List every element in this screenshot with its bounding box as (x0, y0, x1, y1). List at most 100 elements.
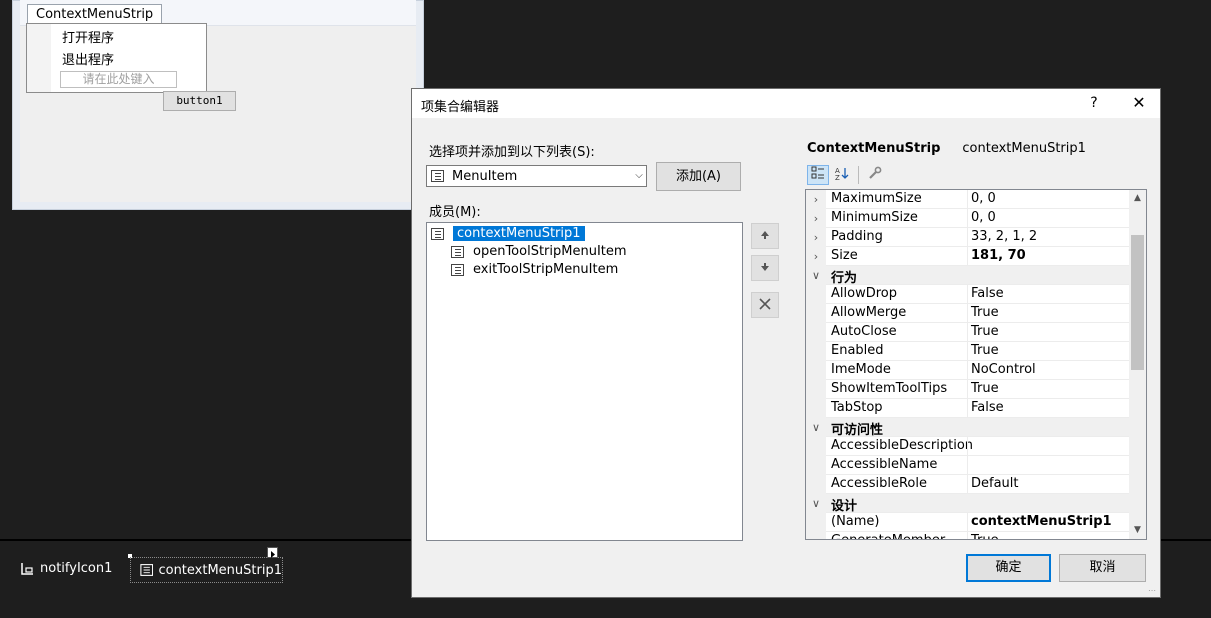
collapse-chevron-icon[interactable]: ∨ (806, 418, 826, 437)
row-gutter (806, 304, 826, 323)
list-item[interactable]: exitToolStripMenuItem (451, 261, 618, 278)
row-gutter (806, 513, 826, 532)
move-up-button[interactable] (751, 223, 779, 249)
property-value[interactable]: 181, 70 (971, 248, 1026, 263)
property-row[interactable]: › Size 181, 70 (806, 247, 1129, 266)
expand-chevron-icon[interactable]: › (806, 247, 826, 266)
context-menu-dropdown: 打开程序 退出程序 请在此处键入 (26, 23, 207, 93)
add-button[interactable]: 添加(A) (656, 162, 741, 191)
expand-chevron-icon[interactable]: › (806, 209, 826, 228)
property-value[interactable]: contextMenuStrip1 (971, 514, 1112, 529)
expand-chevron-icon[interactable]: › (806, 228, 826, 247)
property-row[interactable]: AccessibleDescription (806, 437, 1129, 456)
tray-notify-icon[interactable]: notifyIcon1 (20, 561, 112, 576)
member-label: contextMenuStrip1 (453, 226, 585, 241)
property-row[interactable]: › MaximumSize 0, 0 (806, 190, 1129, 209)
button1-control[interactable]: button1 (163, 91, 236, 111)
property-name: Padding (831, 229, 883, 244)
row-gutter (806, 323, 826, 342)
property-grid-scrollbar[interactable]: ▲ ▼ (1129, 190, 1146, 539)
row-gutter (806, 285, 826, 304)
context-menu-strip-icon (431, 227, 444, 240)
context-menu-item-exit[interactable]: 退出程序 (62, 49, 114, 68)
property-row[interactable]: TabStop False (806, 399, 1129, 418)
property-value[interactable]: True (971, 324, 999, 339)
dialog-titlebar[interactable]: 项集合编辑器 ? ✕ (412, 89, 1160, 118)
arrow-down-icon (761, 263, 769, 271)
property-row[interactable]: (Name) contextMenuStrip1 (806, 513, 1129, 532)
property-value[interactable]: True (971, 381, 999, 396)
tray-notify-label: notifyIcon1 (40, 561, 113, 576)
row-gutter (806, 361, 826, 380)
property-row[interactable]: AutoClose True (806, 323, 1129, 342)
property-name: AccessibleDescription (831, 438, 974, 453)
column-divider (967, 437, 968, 456)
property-value[interactable]: False (971, 400, 1004, 415)
property-row[interactable]: AllowDrop False (806, 285, 1129, 304)
property-value[interactable]: True (971, 533, 999, 539)
property-row[interactable]: AccessibleName (806, 456, 1129, 475)
close-button[interactable]: ✕ (1128, 92, 1150, 114)
property-grid[interactable]: › MaximumSize 0, 0 › MinimumSize 0, 0 › Padding… (805, 189, 1147, 540)
item-type-combobox[interactable]: MenuItem ⌵ (426, 165, 647, 187)
scroll-down-icon[interactable]: ▼ (1129, 522, 1146, 539)
property-value[interactable]: True (971, 343, 999, 358)
cancel-button[interactable]: 取消 (1059, 554, 1146, 582)
tray-context-menu-strip[interactable]: contextMenuStrip1 (130, 557, 283, 583)
property-name: AccessibleName (831, 457, 938, 472)
property-row[interactable]: ShowItemToolTips True (806, 380, 1129, 399)
member-label: exitToolStripMenuItem (473, 262, 619, 277)
chevron-down-icon[interactable]: ⌵ (632, 166, 646, 186)
property-name: AllowMerge (831, 305, 907, 320)
context-menu-item-open[interactable]: 打开程序 (62, 27, 114, 46)
scroll-thumb[interactable] (1131, 235, 1144, 370)
list-item[interactable]: contextMenuStrip1 (431, 225, 585, 242)
property-row[interactable]: AllowMerge True (806, 304, 1129, 323)
property-row[interactable]: GenerateMember True (806, 532, 1129, 539)
property-value[interactable]: NoControl (971, 362, 1036, 377)
scroll-up-icon[interactable]: ▲ (1129, 190, 1146, 207)
property-row[interactable]: › Padding 33, 2, 1, 2 (806, 228, 1129, 247)
menu-item-icon (451, 245, 464, 258)
notify-icon-icon (21, 563, 33, 575)
property-row[interactable]: ImeMode NoControl (806, 361, 1129, 380)
property-row[interactable]: AccessibleRole Default (806, 475, 1129, 494)
toolbar-separator (858, 166, 859, 184)
list-item[interactable]: openToolStripMenuItem (451, 243, 627, 260)
property-value[interactable]: 33, 2, 1, 2 (971, 229, 1037, 244)
move-down-button[interactable] (751, 255, 779, 281)
column-divider (967, 247, 968, 266)
column-divider (967, 475, 968, 494)
property-value[interactable]: False (971, 286, 1004, 301)
column-divider (967, 456, 968, 475)
type-here-input[interactable]: 请在此处键入 (60, 71, 177, 88)
help-button[interactable]: ? (1084, 92, 1104, 114)
property-category[interactable]: ∨ 设计 (806, 494, 1129, 514)
resize-grip-icon[interactable]: ⋯ (1148, 586, 1158, 596)
property-pages-wrench-icon[interactable] (864, 165, 886, 185)
property-row[interactable]: Enabled True (806, 342, 1129, 361)
members-list[interactable]: contextMenuStrip1 openToolStripMenuItem … (426, 222, 743, 541)
expand-chevron-icon[interactable]: › (806, 190, 826, 209)
property-value[interactable]: 0, 0 (971, 210, 996, 225)
collapse-chevron-icon[interactable]: ∨ (806, 494, 826, 513)
property-value[interactable]: 0, 0 (971, 191, 996, 206)
smart-tag-icon[interactable] (267, 547, 278, 558)
property-row[interactable]: › MinimumSize 0, 0 (806, 209, 1129, 228)
property-name: MaximumSize (831, 191, 922, 206)
column-divider (967, 190, 968, 209)
remove-button[interactable] (751, 292, 779, 318)
ok-button[interactable]: 确定 (966, 554, 1051, 582)
categorized-view-icon[interactable] (807, 165, 829, 185)
property-category[interactable]: ∨ 可访问性 (806, 418, 1129, 438)
property-value[interactable]: Default (971, 476, 1019, 491)
alphabetical-sort-icon[interactable]: AZ (831, 165, 853, 185)
members-label: 成员(M): (429, 205, 481, 220)
property-value[interactable]: True (971, 305, 999, 320)
property-name: GenerateMember (831, 533, 945, 539)
menu-item-icon (451, 263, 464, 276)
property-category[interactable]: ∨ 行为 (806, 266, 1129, 286)
context-menu-strip-tab[interactable]: ContextMenuStrip (27, 4, 163, 24)
collapse-chevron-icon[interactable]: ∨ (806, 266, 826, 285)
context-menu-image-margin (27, 24, 51, 92)
